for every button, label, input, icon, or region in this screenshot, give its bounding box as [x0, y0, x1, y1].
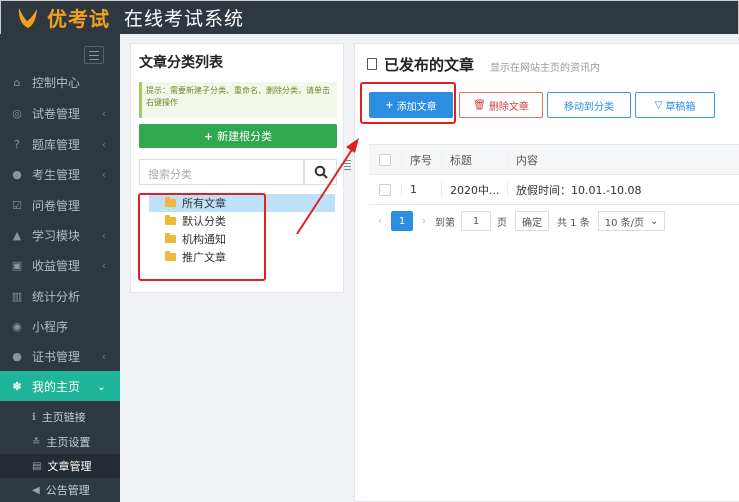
annotation-arrow — [296, 138, 359, 235]
